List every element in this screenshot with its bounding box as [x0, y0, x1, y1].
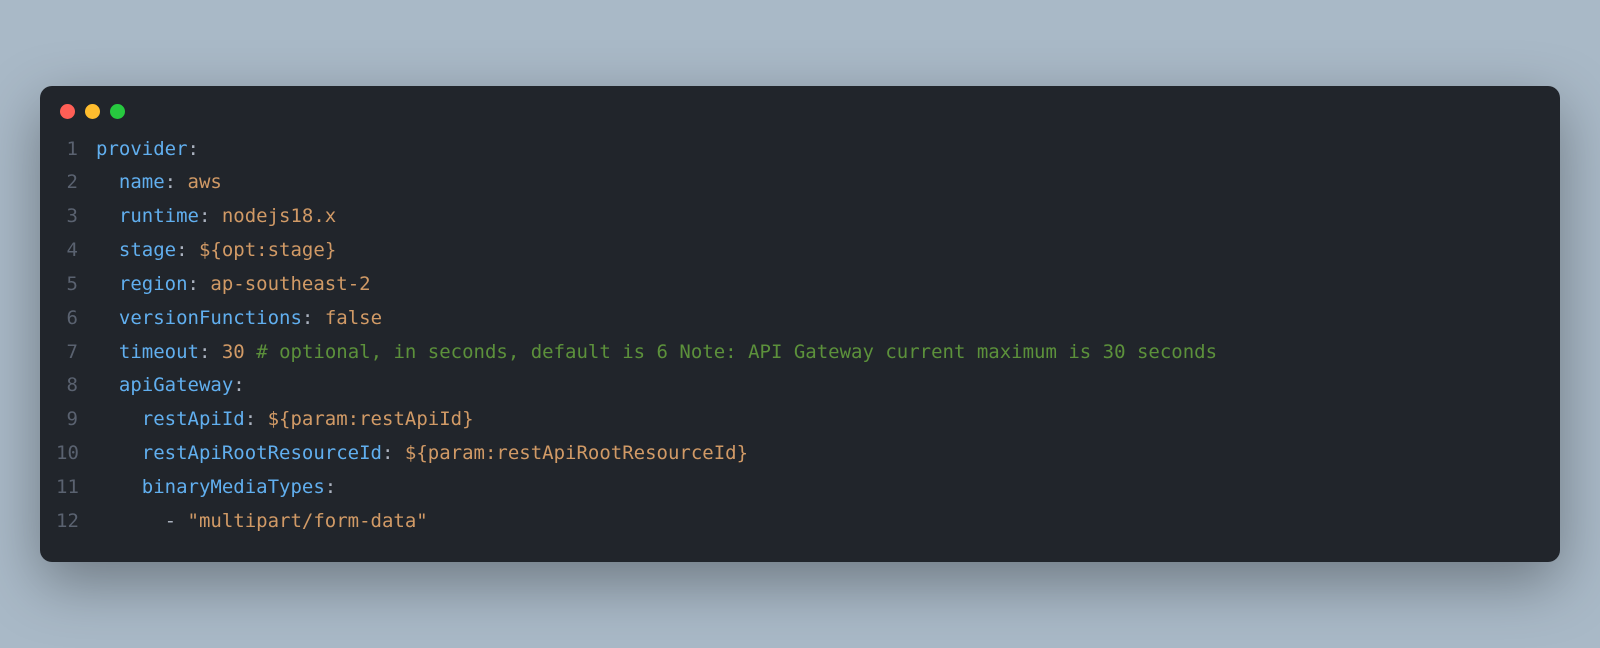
code-line: 1 provider:	[56, 133, 1544, 167]
code-line: 12 - "multipart/form-data"	[56, 505, 1544, 539]
code-line: 11 binaryMediaTypes:	[56, 471, 1544, 505]
line-number: 1	[56, 133, 96, 167]
line-number: 3	[56, 200, 96, 234]
code-content: region: ap-southeast-2	[96, 268, 1544, 302]
code-editor[interactable]: 1 provider: 2 name: aws 3 runtime: nodej…	[40, 127, 1560, 563]
line-number: 9	[56, 403, 96, 437]
code-line: 6 versionFunctions: false	[56, 302, 1544, 336]
line-number: 4	[56, 234, 96, 268]
code-content: name: aws	[96, 166, 1544, 200]
line-number: 2	[56, 166, 96, 200]
maximize-icon[interactable]	[110, 104, 125, 119]
code-content: restApiRootResourceId: ${param:restApiRo…	[96, 437, 1544, 471]
line-number: 6	[56, 302, 96, 336]
code-line: 9 restApiId: ${param:restApiId}	[56, 403, 1544, 437]
code-line: 7 timeout: 30 # optional, in seconds, de…	[56, 336, 1544, 370]
code-content: provider:	[96, 133, 1544, 167]
code-line: 2 name: aws	[56, 166, 1544, 200]
code-content: runtime: nodejs18.x	[96, 200, 1544, 234]
code-content: binaryMediaTypes:	[96, 471, 1544, 505]
code-line: 10 restApiRootResourceId: ${param:restAp…	[56, 437, 1544, 471]
line-number: 8	[56, 369, 96, 403]
code-line: 8 apiGateway:	[56, 369, 1544, 403]
code-window: 1 provider: 2 name: aws 3 runtime: nodej…	[40, 86, 1560, 563]
line-number: 10	[56, 437, 96, 471]
code-content: stage: ${opt:stage}	[96, 234, 1544, 268]
line-number: 5	[56, 268, 96, 302]
code-content: restApiId: ${param:restApiId}	[96, 403, 1544, 437]
code-line: 4 stage: ${opt:stage}	[56, 234, 1544, 268]
line-number: 7	[56, 336, 96, 370]
code-content: versionFunctions: false	[96, 302, 1544, 336]
code-content: timeout: 30 # optional, in seconds, defa…	[96, 336, 1544, 370]
code-content: - "multipart/form-data"	[96, 505, 1544, 539]
close-icon[interactable]	[60, 104, 75, 119]
titlebar	[40, 86, 1560, 127]
code-content: apiGateway:	[96, 369, 1544, 403]
line-number: 12	[56, 505, 96, 539]
line-number: 11	[56, 471, 96, 505]
code-line: 5 region: ap-southeast-2	[56, 268, 1544, 302]
minimize-icon[interactable]	[85, 104, 100, 119]
code-line: 3 runtime: nodejs18.x	[56, 200, 1544, 234]
